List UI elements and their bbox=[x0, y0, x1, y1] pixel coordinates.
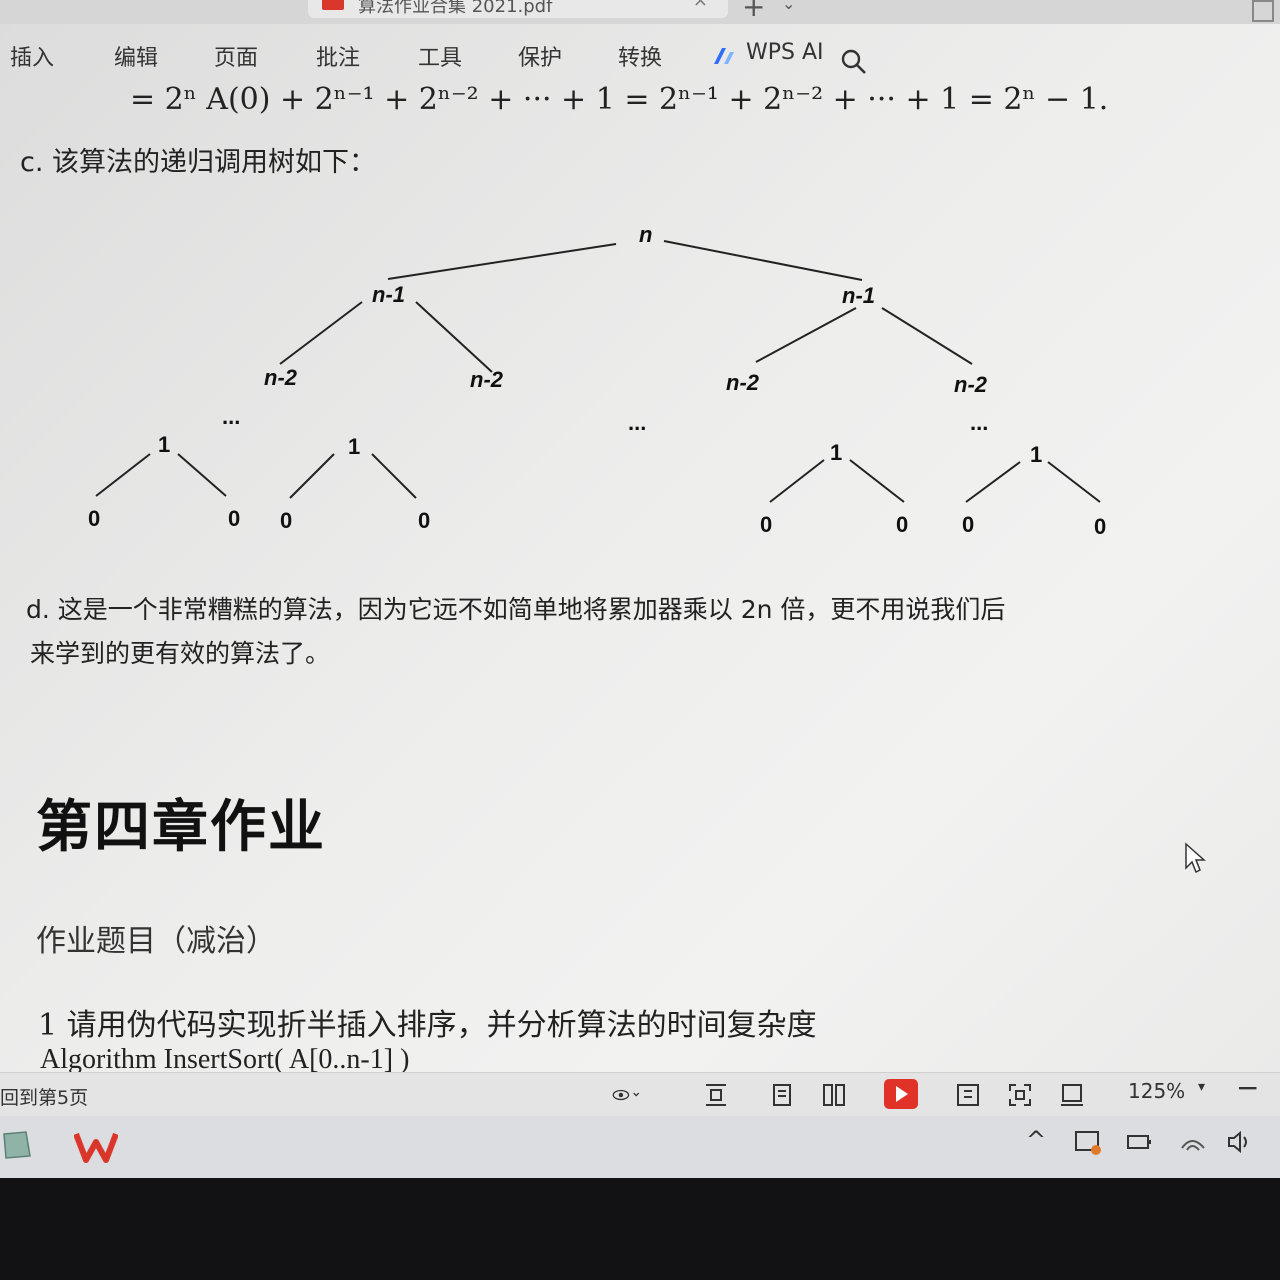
document-page[interactable]: = 2ⁿ A(0) + 2ⁿ⁻¹ + 2ⁿ⁻² + ··· + 1 = 2ⁿ⁻¹… bbox=[0, 82, 1280, 1075]
menu-page[interactable]: 页面 bbox=[214, 40, 258, 72]
taskbar: ^ bbox=[0, 1116, 1280, 1178]
section-title: 作业题目（减治） bbox=[36, 924, 276, 959]
tree-node-one: 1 bbox=[1030, 442, 1043, 467]
edge-leaf-8 bbox=[1047, 461, 1101, 503]
tab-close-icon[interactable]: × bbox=[693, 0, 708, 11]
input-method-icon[interactable] bbox=[1074, 1130, 1102, 1156]
edge-r1a bbox=[755, 307, 857, 363]
screen: 算法作业合集 2021.pdf × + ⌄ 插入 编辑 页面 批注 工具 保护 … bbox=[0, 0, 1280, 1178]
edge-leaf-4 bbox=[371, 453, 417, 499]
menu-edit[interactable]: 编辑 bbox=[114, 40, 158, 72]
single-page-icon[interactable] bbox=[768, 1081, 796, 1109]
recursion-tree-diagram bbox=[95, 240, 1101, 503]
tree-leaf-zero: 0 bbox=[88, 506, 101, 531]
tree-node-one: 1 bbox=[830, 440, 843, 465]
tree-node-l2: n-2 bbox=[954, 372, 987, 397]
edge-leaf-3 bbox=[289, 453, 335, 499]
tree-ellipsis: ... bbox=[628, 410, 647, 435]
tree-ellipsis: ... bbox=[222, 404, 241, 429]
edge-leaf-7 bbox=[965, 461, 1021, 503]
edge-l1b bbox=[415, 301, 493, 373]
document-tab-title: 算法作业合集 2021.pdf bbox=[358, 0, 553, 17]
volume-icon[interactable] bbox=[1226, 1130, 1254, 1154]
paragraph-d-line2: 来学到的更有效的算法了。 bbox=[30, 639, 331, 668]
pdf-icon bbox=[322, 0, 344, 10]
menu-wps-ai[interactable]: WPS AI bbox=[746, 40, 824, 65]
tree-ellipsis: ... bbox=[970, 410, 989, 435]
tree-node-l2: n-2 bbox=[470, 367, 503, 392]
tree-node-one: 1 bbox=[348, 434, 361, 459]
wps-office-icon[interactable] bbox=[74, 1130, 118, 1164]
two-page-icon[interactable] bbox=[820, 1081, 848, 1109]
tree-leaf-zero: 0 bbox=[1094, 514, 1107, 539]
page-indicator[interactable]: 回到第5页 bbox=[0, 1083, 88, 1110]
new-tab-icon[interactable]: + bbox=[742, 0, 765, 23]
tree-leaf-zero: 0 bbox=[760, 512, 773, 537]
status-bar: 回到第5页 125% ▾ − bbox=[0, 1071, 1280, 1117]
tree-node-l2: n-2 bbox=[726, 370, 759, 395]
edge-leaf-2 bbox=[177, 453, 227, 497]
tree-node-one: 1 bbox=[158, 432, 171, 457]
zoom-dropdown-chevron-icon[interactable]: ▾ bbox=[1198, 1079, 1205, 1095]
tree-leaf-zero: 0 bbox=[418, 508, 431, 533]
menu-convert[interactable]: 转换 bbox=[618, 40, 662, 72]
read-mode-icon[interactable] bbox=[954, 1081, 982, 1109]
search-icon[interactable] bbox=[840, 48, 868, 76]
menu-protect[interactable]: 保护 bbox=[518, 40, 562, 72]
chapter-title: 第四章作业 bbox=[36, 794, 326, 860]
file-manager-icon[interactable] bbox=[0, 1128, 34, 1162]
edge-l1a bbox=[279, 301, 363, 365]
tree-node-l1-left: n-1 bbox=[372, 282, 405, 307]
wifi-icon[interactable] bbox=[1180, 1132, 1206, 1154]
eye-view-mode-icon[interactable] bbox=[612, 1081, 640, 1109]
tree-leaf-zero: 0 bbox=[962, 512, 975, 537]
play-slideshow-icon[interactable] bbox=[884, 1079, 918, 1109]
menu-insert[interactable]: 插入 bbox=[10, 40, 54, 72]
battery-icon[interactable] bbox=[1126, 1132, 1154, 1154]
tree-node-l1-right: n-1 bbox=[842, 283, 875, 308]
edge-r1b bbox=[881, 307, 973, 365]
menu-tools[interactable]: 工具 bbox=[418, 40, 462, 72]
wps-ai-logo-icon[interactable] bbox=[712, 46, 740, 66]
zoom-out-icon[interactable]: − bbox=[1236, 1071, 1259, 1104]
paragraph-d-line1: d. 这是一个非常糟糕的算法，因为它远不如简单地将累加器乘以 2n 倍，更不用说… bbox=[26, 595, 1006, 624]
mouse-pointer-icon bbox=[1185, 842, 1206, 874]
tree-leaf-zero: 0 bbox=[228, 506, 241, 531]
zoom-level[interactable]: 125% bbox=[1128, 1079, 1185, 1103]
menu-annotate[interactable]: 批注 bbox=[316, 40, 360, 72]
question-1: 1 请用伪代码实现折半插入排序，并分析算法的时间复杂度 bbox=[38, 1008, 817, 1043]
tree-node-root: n bbox=[639, 222, 653, 247]
document-tab[interactable]: 算法作业合集 2021.pdf × bbox=[308, 0, 728, 18]
edge-root-left bbox=[387, 243, 617, 280]
menu-bar: 插入 编辑 页面 批注 工具 保护 转换 WPS AI bbox=[0, 30, 1280, 82]
edge-leaf-5 bbox=[769, 459, 825, 503]
edge-leaf-6 bbox=[849, 459, 905, 503]
maximize-icon[interactable] bbox=[1252, 0, 1274, 22]
monitor-bezel bbox=[0, 1178, 1280, 1280]
continuous-scroll-icon[interactable] bbox=[702, 1081, 730, 1109]
tree-leaf-zero: 0 bbox=[280, 508, 293, 533]
tree-leaf-zero: 0 bbox=[896, 512, 909, 537]
edge-root-right bbox=[663, 240, 863, 281]
fit-screen-icon[interactable] bbox=[1006, 1081, 1034, 1109]
edge-leaf-1 bbox=[95, 453, 151, 497]
tab-strip: 算法作业合集 2021.pdf × + ⌄ bbox=[0, 0, 1280, 24]
tab-list-chevron-icon[interactable]: ⌄ bbox=[782, 0, 795, 13]
tree-node-l2: n-2 bbox=[264, 365, 297, 390]
fit-width-icon[interactable] bbox=[1058, 1081, 1086, 1109]
tray-expand-chevron-icon[interactable]: ^ bbox=[1026, 1126, 1046, 1154]
